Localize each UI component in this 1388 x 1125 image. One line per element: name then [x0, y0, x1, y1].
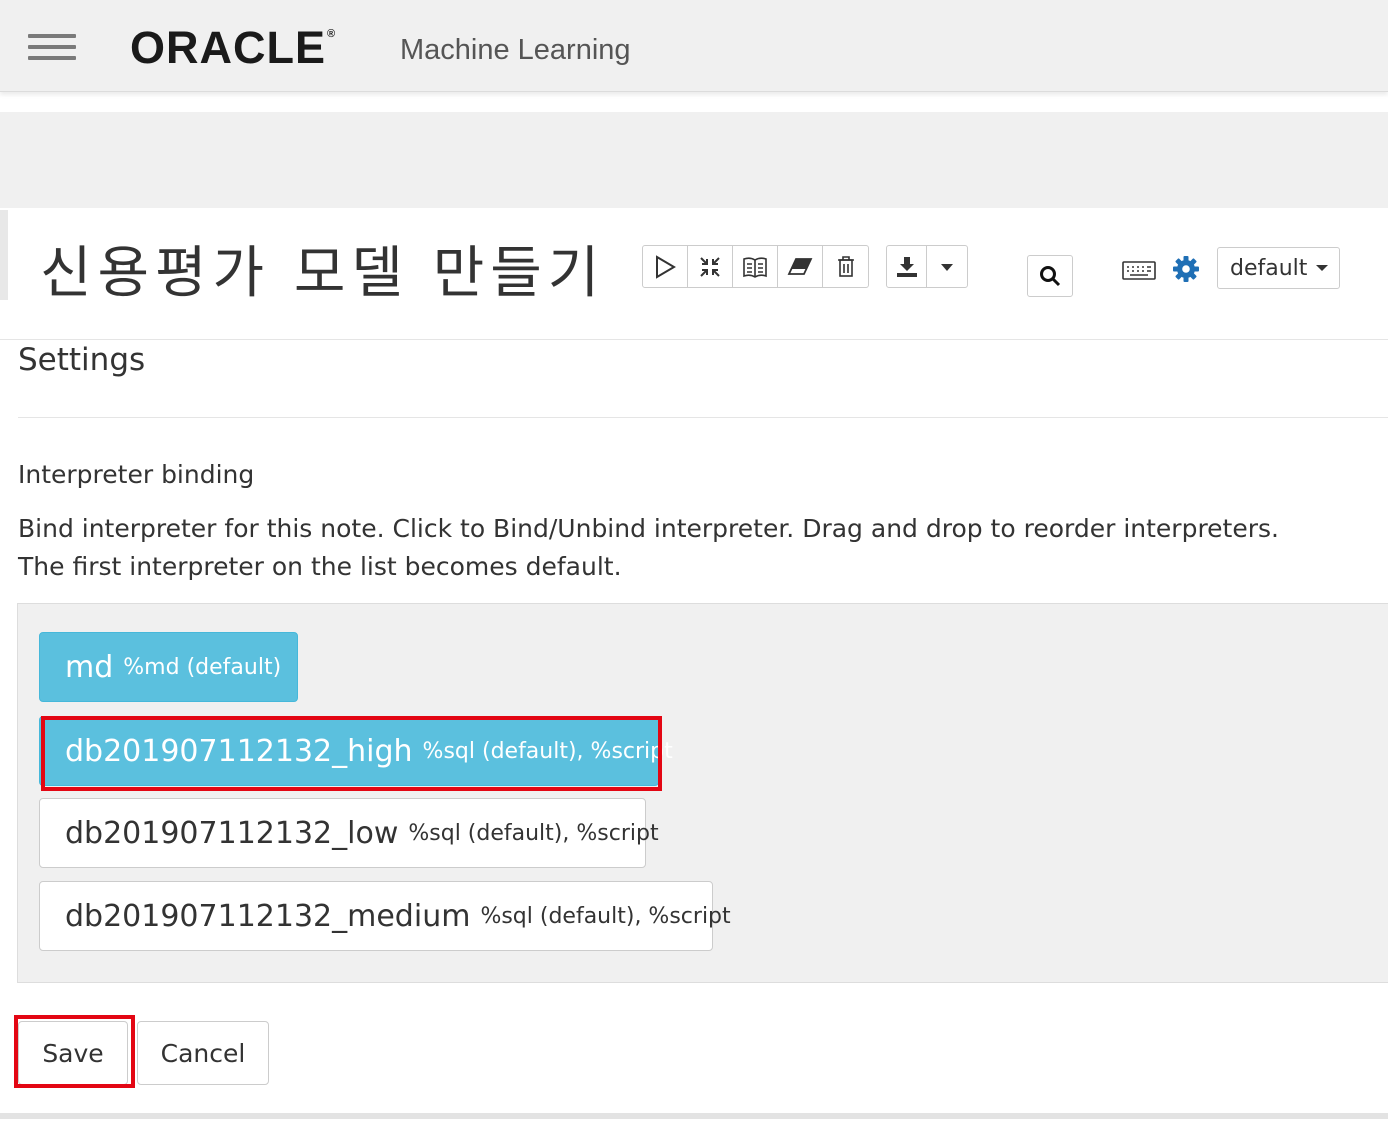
delete-icon	[837, 255, 854, 277]
toggle-code-icon	[700, 256, 720, 277]
interpreter-item-medium[interactable]: db201907112132_medium %sql (default), %s…	[39, 881, 731, 951]
search-button[interactable]	[1027, 255, 1073, 297]
export-button[interactable]	[887, 246, 927, 287]
interpreter-default-dropdown[interactable]: default	[1217, 247, 1340, 289]
chevron-down-icon	[1316, 265, 1329, 271]
interpreter-item-high[interactable]: db201907112132_high %sql (default), %scr…	[39, 716, 673, 786]
bottom-divider	[0, 1113, 1388, 1119]
interpreter-aliases: %sql (default), %script	[408, 820, 659, 846]
action-band	[0, 112, 1388, 208]
search-icon	[1040, 266, 1061, 287]
delete-button[interactable]	[823, 246, 868, 287]
interpreter-name: db201907112132_high	[65, 733, 413, 769]
caret-down-icon	[941, 263, 953, 271]
toggle-code-button[interactable]	[688, 246, 733, 287]
interpreter-name: md	[65, 649, 114, 685]
gear-icon	[1173, 256, 1199, 282]
interpreter-aliases: %sql (default), %script	[480, 903, 731, 929]
cancel-button[interactable]: Cancel	[137, 1021, 269, 1085]
toggle-output-button[interactable]	[733, 246, 778, 287]
hamburger-menu-icon[interactable]	[28, 34, 78, 64]
interpreter-aliases: %sql (default), %script	[422, 738, 673, 764]
description-line: The first interpreter on the list become…	[18, 552, 622, 581]
interpreter-item-md[interactable]: md %md (default)	[39, 632, 298, 702]
interpreter-aliases: %md (default)	[123, 654, 282, 680]
run-all-button[interactable]	[643, 246, 688, 287]
run-all-icon	[656, 254, 676, 279]
export-dropdown-button[interactable]	[927, 246, 967, 287]
toggle-output-icon	[743, 256, 767, 278]
keyboard-icon	[1122, 261, 1156, 280]
settings-title: Settings	[18, 342, 146, 378]
interpreter-binding-title: Interpreter binding	[18, 460, 255, 489]
note-title[interactable]: 신용평가 모델 만들기	[40, 228, 605, 309]
dropdown-value: default	[1230, 255, 1308, 281]
settings-button[interactable]	[1172, 255, 1200, 287]
note-left-rule	[0, 210, 8, 300]
interpreter-item-low[interactable]: db201907112132_low %sql (default), %scri…	[39, 798, 659, 868]
export-group	[886, 245, 968, 288]
note-actions-group	[642, 245, 869, 288]
export-icon	[896, 256, 917, 277]
keyboard-shortcuts-button[interactable]	[1122, 258, 1156, 286]
interpreter-name: db201907112132_low	[65, 815, 399, 851]
save-button[interactable]: Save	[18, 1021, 128, 1085]
product-name: Machine Learning	[400, 34, 631, 66]
divider	[0, 339, 1388, 340]
divider	[18, 417, 1388, 418]
description-line: Bind interpreter for this note. Click to…	[18, 514, 1279, 543]
top-header: ORACLE® Machine Learning	[0, 0, 1388, 92]
clear-output-button[interactable]	[778, 246, 823, 287]
oracle-logo[interactable]: ORACLE®	[130, 22, 336, 74]
clear-output-icon	[787, 257, 813, 275]
interpreter-binding-description: Bind interpreter for this note. Click to…	[18, 510, 1378, 586]
interpreter-name: db201907112132_medium	[65, 898, 471, 934]
